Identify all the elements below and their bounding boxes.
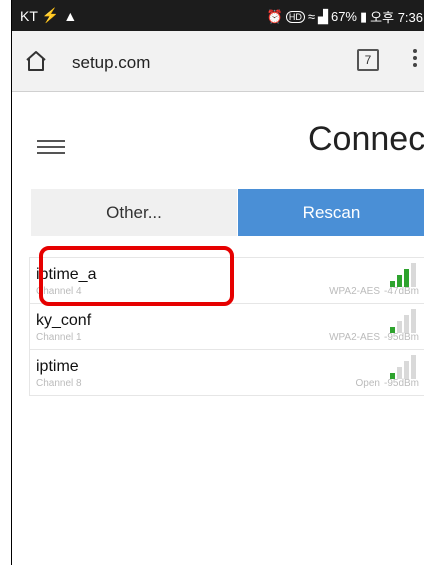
network-signal-strength: -47dBm: [384, 286, 420, 297]
network-security: WPA2-AES: [329, 332, 380, 343]
battery-icon: ▮: [360, 8, 368, 24]
network-security: WPA2-AES: [329, 286, 380, 297]
carrier-label: KT: [20, 7, 38, 24]
signal-bars-icon: [390, 309, 424, 333]
status-right: ⏰ HD ≈ ▟ 67% ▮ 오후 7:36: [267, 7, 423, 26]
battery-percent: 67%: [330, 9, 357, 24]
alarm-icon: ⏰: [266, 8, 283, 24]
overflow-menu-icon[interactable]: [412, 47, 418, 71]
rescan-button[interactable]: Rescan: [238, 189, 424, 236]
network-channel: Channel 1: [36, 332, 82, 343]
network-signal-strength: -95dBm: [384, 378, 420, 389]
page-title: Connect: [308, 120, 424, 158]
highlight-annotation: [39, 246, 234, 306]
hamburger-menu-icon[interactable]: [37, 140, 65, 158]
phone-screen: KT ⚡ ▲ ⏰ HD ≈ ▟ 67% ▮ 오후 7:36 setup.com …: [11, 0, 424, 565]
network-signal-strength: -95dBm: [384, 332, 420, 343]
other-network-button[interactable]: Other...: [31, 189, 237, 236]
network-item[interactable]: iptime Channel 8 Open -95dBm: [29, 350, 424, 396]
network-name: ky_conf: [36, 312, 92, 329]
network-security: Open: [355, 378, 380, 389]
network-item[interactable]: ky_conf Channel 1 WPA2-AES -95dBm: [29, 304, 424, 350]
wifi-icon: ≈: [307, 9, 315, 24]
status-left: KT ⚡ ▲: [20, 7, 77, 24]
network-channel: Channel 8: [36, 378, 82, 389]
hd-icon: HD: [285, 10, 305, 23]
cell-signal-icon: ▟: [317, 8, 328, 24]
network-name: iptime: [36, 358, 79, 375]
status-bar: KT ⚡ ▲ ⏰ HD ≈ ▟ 67% ▮ 오후 7:36: [12, 0, 424, 31]
notification-icon: ⚡: [41, 7, 60, 23]
home-icon[interactable]: [24, 49, 48, 73]
tab-switcher-button[interactable]: 7: [357, 49, 379, 71]
signal-bars-icon: [390, 263, 424, 287]
url-field[interactable]: setup.com: [72, 53, 150, 73]
clock: 오후 7:36: [370, 10, 423, 25]
browser-address-bar: setup.com 7: [12, 31, 424, 92]
warning-icon: ▲: [63, 7, 78, 24]
signal-bars-icon: [390, 355, 424, 379]
